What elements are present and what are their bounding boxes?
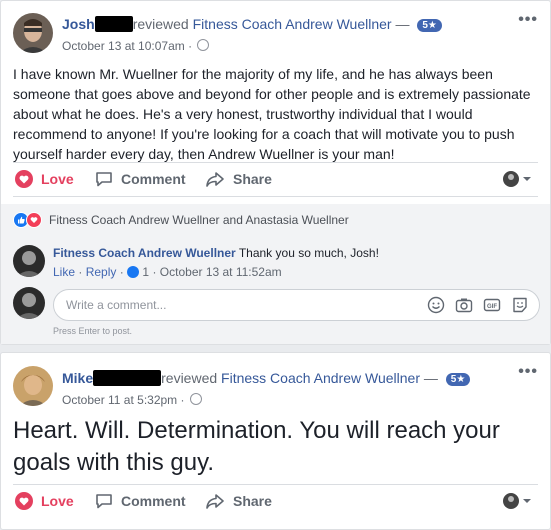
- comment-label: Comment: [121, 171, 186, 187]
- commenter-avatar[interactable]: [13, 245, 45, 277]
- svg-text:GIF: GIF: [487, 304, 497, 310]
- comment-button[interactable]: Comment: [95, 485, 186, 517]
- camera-icon[interactable]: [455, 296, 473, 314]
- review-verb: reviewed: [132, 16, 189, 32]
- comment-meta: Like · Reply · 1 · October 13 at 11:52am: [53, 265, 282, 279]
- review-text: I have known Mr. Wuellner for the majori…: [13, 66, 531, 162]
- comment-label: Comment: [121, 493, 186, 509]
- meta-dot: ·: [180, 393, 185, 407]
- comment-timestamp[interactable]: October 13 at 11:52am: [160, 265, 282, 279]
- comment-like-link[interactable]: Like: [53, 265, 75, 279]
- comment-button[interactable]: Comment: [95, 163, 186, 195]
- comment-placeholder: Write a comment...: [66, 298, 167, 312]
- viewer-avatar: [13, 287, 45, 319]
- post-meta: October 11 at 5:32pm ·: [62, 393, 202, 407]
- share-button[interactable]: Share: [205, 163, 272, 195]
- share-icon: [206, 172, 224, 187]
- more-icon[interactable]: •••: [518, 11, 538, 29]
- review-post-2: Mike reviewed Fitness Coach Andrew Wuelln…: [0, 352, 551, 530]
- heart-icon: [15, 170, 33, 188]
- author-avatar[interactable]: [13, 366, 53, 406]
- love-button[interactable]: Love: [15, 485, 74, 517]
- globe-icon: [189, 393, 202, 405]
- comment-input[interactable]: Write a comment... GIF: [53, 289, 540, 321]
- sticker-icon[interactable]: [511, 296, 529, 314]
- heart-icon: [15, 492, 33, 510]
- meta-dot: ·: [119, 265, 124, 279]
- post-header: Mike reviewed Fitness Coach Andrew Wuelln…: [62, 370, 471, 386]
- comment: Fitness Coach Andrew Wuellner Thank you …: [53, 246, 379, 260]
- post-as-selector[interactable]: [503, 493, 532, 509]
- rating-badge: 5★: [445, 373, 471, 386]
- review-post-1: Josh reviewed Fitness Coach Andrew Wuelln…: [0, 0, 551, 345]
- share-label: Share: [233, 493, 272, 509]
- globe-icon: [197, 39, 210, 51]
- separator-dash: —: [423, 370, 438, 386]
- share-button[interactable]: Share: [205, 485, 272, 517]
- chevron-down-icon: [523, 177, 531, 181]
- page-avatar-icon: [503, 493, 519, 509]
- divider: [13, 196, 538, 197]
- comment-text: Thank you so much, Josh!: [238, 246, 379, 260]
- comment-icon: [96, 494, 112, 509]
- post-meta: October 13 at 10:07am ·: [62, 39, 210, 53]
- comment-like-count[interactable]: 1: [142, 265, 149, 279]
- reactors-names[interactable]: Fitness Coach Andrew Wuellner and Anasta…: [49, 213, 349, 227]
- redacted-block: [93, 370, 162, 386]
- post-header: Josh reviewed Fitness Coach Andrew Wuelln…: [62, 16, 442, 32]
- chevron-down-icon: [523, 499, 531, 503]
- author-avatar[interactable]: [13, 13, 53, 53]
- post-as-selector[interactable]: [503, 171, 532, 187]
- comment-tools: GIF: [427, 296, 529, 314]
- page-avatar-icon: [503, 171, 519, 187]
- comment-icon: [96, 172, 112, 187]
- reaction-icons: [13, 212, 42, 228]
- author-name[interactable]: Mike: [62, 370, 93, 386]
- like-reaction-icon: [127, 266, 140, 278]
- rating-badge: 5★: [417, 19, 442, 32]
- separator-dash: —: [395, 16, 410, 32]
- page-name-link[interactable]: Fitness Coach Andrew Wuellner: [221, 370, 420, 386]
- reactions-summary[interactable]: Fitness Coach Andrew Wuellner and Anasta…: [1, 204, 550, 234]
- meta-dot: ·: [188, 39, 193, 53]
- love-reaction-icon: [26, 212, 42, 228]
- post-timestamp[interactable]: October 11 at 5:32pm: [62, 393, 177, 407]
- love-button[interactable]: Love: [15, 163, 74, 195]
- share-icon: [206, 494, 224, 509]
- share-label: Share: [233, 171, 272, 187]
- redacted-block: [94, 16, 133, 32]
- post-timestamp[interactable]: October 13 at 10:07am: [62, 39, 185, 53]
- love-label: Love: [41, 171, 74, 187]
- action-bar: Love Comment Share: [1, 163, 550, 195]
- comment-reply-link[interactable]: Reply: [86, 265, 117, 279]
- emoji-icon[interactable]: [427, 296, 445, 314]
- action-bar: Love Comment Share: [1, 485, 550, 517]
- love-label: Love: [41, 493, 74, 509]
- more-icon[interactable]: •••: [518, 363, 538, 381]
- meta-dot: ·: [152, 265, 157, 279]
- post-hint: Press Enter to post.: [53, 326, 133, 336]
- gif-icon[interactable]: GIF: [483, 296, 501, 314]
- author-name[interactable]: Josh: [62, 16, 95, 32]
- review-text: Heart. Will. Determination. You will rea…: [13, 417, 500, 476]
- meta-dot: ·: [78, 265, 83, 279]
- page-name-link[interactable]: Fitness Coach Andrew Wuellner: [193, 16, 392, 32]
- review-verb: reviewed: [161, 370, 218, 386]
- comments-section: Fitness Coach Andrew Wuellner Thank you …: [1, 234, 550, 344]
- commenter-name[interactable]: Fitness Coach Andrew Wuellner: [53, 246, 236, 260]
